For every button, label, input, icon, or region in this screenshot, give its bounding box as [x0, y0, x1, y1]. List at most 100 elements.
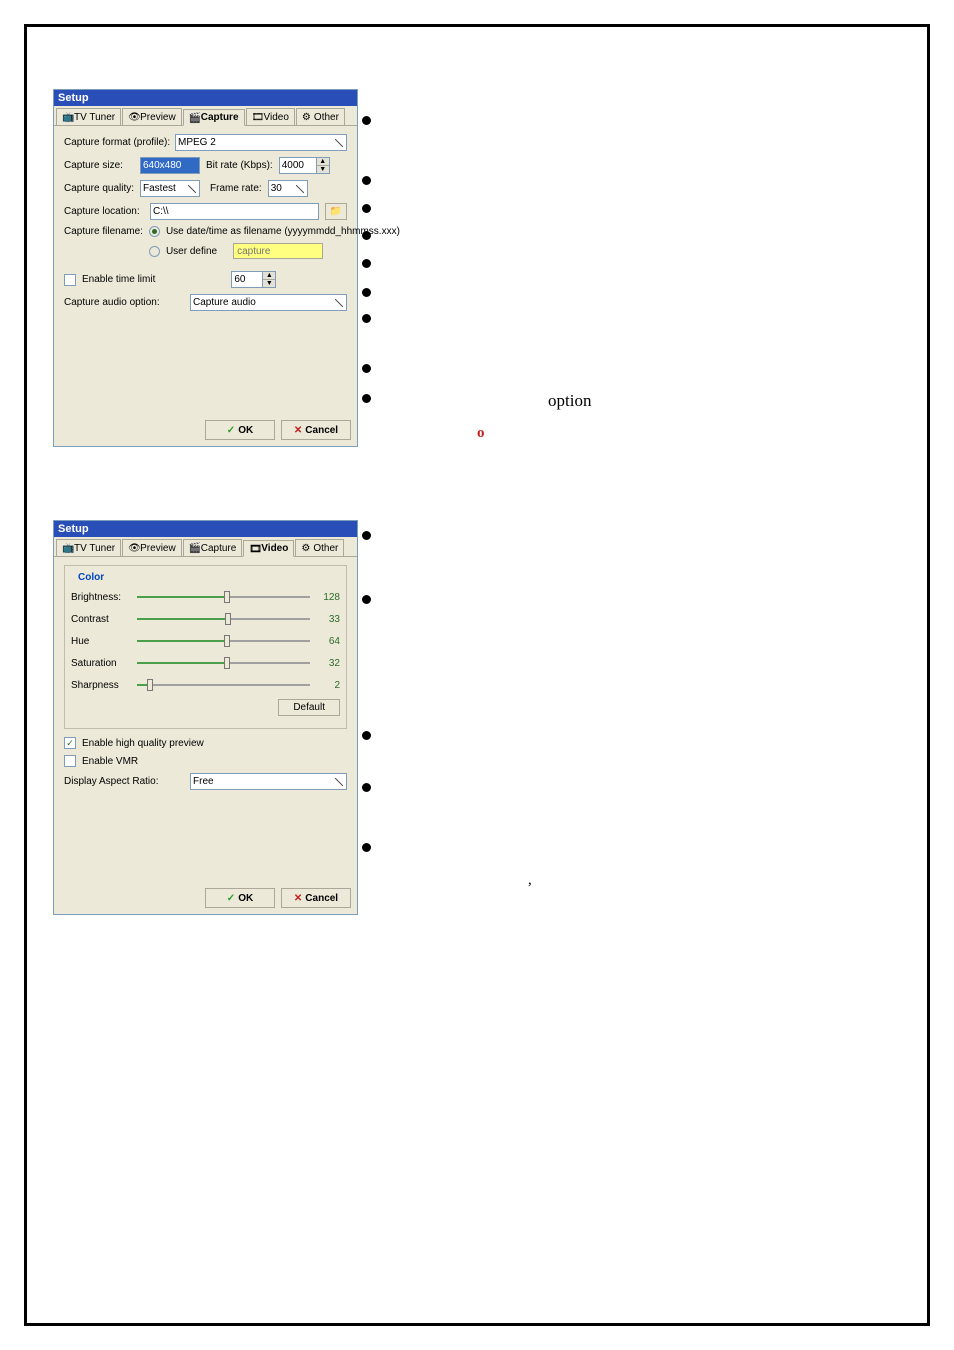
ok-label: OK: [238, 425, 253, 436]
bullet: [362, 783, 371, 792]
ok-button[interactable]: ✓OK: [205, 888, 275, 908]
tab-capture[interactable]: 🎬Capture: [183, 539, 243, 556]
bullet: [362, 204, 371, 213]
bullet: [362, 731, 371, 740]
tab-capture[interactable]: 🎬Capture: [183, 109, 245, 126]
brightness-value: 128: [316, 592, 340, 603]
timelimit-input[interactable]: [231, 271, 263, 288]
bullet: [362, 288, 371, 297]
bullet: [362, 259, 371, 268]
framerate-select[interactable]: 30: [268, 180, 308, 197]
capture-panel: Capture format (profile): MPEG 2 Capture…: [54, 126, 357, 432]
tab-tv-tuner[interactable]: 📺TV Tuner: [56, 539, 121, 556]
filename-radio-userdefine[interactable]: [149, 246, 160, 257]
saturation-value: 32: [316, 658, 340, 669]
capture-filename-label: Capture filename:: [64, 226, 143, 237]
check-icon: ✓: [227, 425, 235, 436]
filename-userdefine-value: capture: [237, 246, 270, 257]
bullet: [362, 394, 371, 403]
tab-label: TV Tuner: [74, 112, 115, 123]
bullet: [362, 364, 371, 373]
bullet: [362, 231, 371, 240]
hue-slider[interactable]: [137, 633, 310, 649]
bitrate-down[interactable]: ▼: [317, 166, 329, 173]
tab-label: Video: [261, 543, 288, 554]
annotation-o: o: [477, 425, 485, 442]
timelimit-checkbox[interactable]: [64, 274, 76, 286]
hq-preview-checkbox[interactable]: [64, 737, 76, 749]
browse-button[interactable]: 📁: [325, 203, 347, 220]
tab-preview[interactable]: 👁Preview: [122, 108, 182, 125]
filename-radio-datetime[interactable]: [149, 226, 160, 237]
capture-quality-select[interactable]: Fastest: [140, 180, 200, 197]
bitrate-input[interactable]: [279, 157, 317, 174]
ok-label: OK: [238, 893, 253, 904]
tab-tv-tuner[interactable]: 📺TV Tuner: [56, 108, 121, 125]
setup-dialog-video: Setup 📺TV Tuner 👁Preview 🎬Capture 🎞Video…: [53, 520, 358, 915]
contrast-slider[interactable]: [137, 611, 310, 627]
tab-video[interactable]: 🎞Video: [246, 108, 295, 125]
tv-icon: 📺: [62, 112, 72, 122]
capture-size-select[interactable]: 640x480: [140, 157, 200, 174]
bullet: [362, 531, 371, 540]
bullet: [362, 314, 371, 323]
tab-video[interactable]: 🎞Video: [243, 540, 294, 557]
tab-other[interactable]: ⚙Other: [295, 539, 344, 556]
tabstrip: 📺TV Tuner 👁Preview 🎬Capture 🎞Video ⚙Othe…: [54, 106, 357, 126]
tv-icon: 📺: [62, 543, 72, 553]
saturation-label: Saturation: [71, 658, 131, 669]
cancel-label: Cancel: [305, 425, 338, 436]
capture-icon: 🎬: [189, 113, 199, 123]
audio-option-label: Capture audio option:: [64, 297, 184, 308]
contrast-label: Contrast: [71, 614, 131, 625]
tab-other[interactable]: ⚙Other: [296, 108, 345, 125]
setup-dialog-capture: Setup 📺TV Tuner 👁Preview 🎬Capture 🎞Video…: [53, 89, 358, 447]
saturation-slider[interactable]: [137, 655, 310, 671]
x-icon: ✕: [294, 893, 302, 904]
check-icon: ✓: [227, 893, 235, 904]
tab-label: Preview: [140, 112, 176, 123]
capture-icon: 🎬: [189, 543, 199, 553]
annotation-comma: ,: [528, 872, 532, 889]
timelimit-down[interactable]: ▼: [263, 280, 275, 287]
hue-label: Hue: [71, 636, 131, 647]
bullet: [362, 843, 371, 852]
filename-userdefine-input[interactable]: capture: [233, 243, 323, 259]
annotation-option: option: [548, 391, 591, 411]
brightness-slider[interactable]: [137, 589, 310, 605]
video-icon: 🎞: [252, 112, 262, 122]
cancel-button[interactable]: ✕Cancel: [281, 888, 351, 908]
timelimit-spinner[interactable]: ▲▼: [231, 271, 276, 288]
vmr-label: Enable VMR: [82, 756, 138, 767]
capture-size-label: Capture size:: [64, 160, 134, 171]
aspect-select[interactable]: Free: [190, 773, 347, 790]
brightness-label: Brightness:: [71, 592, 131, 603]
bitrate-label: Bit rate (Kbps):: [206, 160, 273, 171]
sharpness-label: Sharpness: [71, 680, 131, 691]
button-bar: ✓OK ✕Cancel: [205, 888, 351, 908]
vmr-checkbox[interactable]: [64, 755, 76, 767]
cancel-button[interactable]: ✕Cancel: [281, 420, 351, 440]
capture-format-select[interactable]: MPEG 2: [175, 134, 347, 151]
video-icon: 🎞: [249, 544, 259, 554]
filename-opt2-label: User define: [166, 246, 217, 257]
capture-location-label: Capture location:: [64, 206, 144, 217]
default-button[interactable]: Default: [278, 699, 340, 716]
capture-location-input[interactable]: [150, 203, 319, 220]
bitrate-spinner[interactable]: ▲▼: [279, 157, 330, 174]
bullet: [362, 595, 371, 604]
audio-option-select[interactable]: Capture audio: [190, 294, 347, 311]
tab-preview[interactable]: 👁Preview: [122, 539, 182, 556]
tab-label: Capture: [201, 543, 237, 554]
bitrate-up[interactable]: ▲: [317, 158, 329, 166]
contrast-value: 33: [316, 614, 340, 625]
sharpness-slider[interactable]: [137, 677, 310, 693]
eye-icon: 👁: [128, 543, 138, 553]
timelimit-up[interactable]: ▲: [263, 272, 275, 280]
tab-label: Other: [314, 112, 339, 123]
sharpness-value: 2: [316, 680, 340, 691]
dialog-title: Setup: [54, 90, 357, 106]
ok-button[interactable]: ✓OK: [205, 420, 275, 440]
cancel-label: Cancel: [305, 893, 338, 904]
tab-label: Other: [313, 543, 338, 554]
